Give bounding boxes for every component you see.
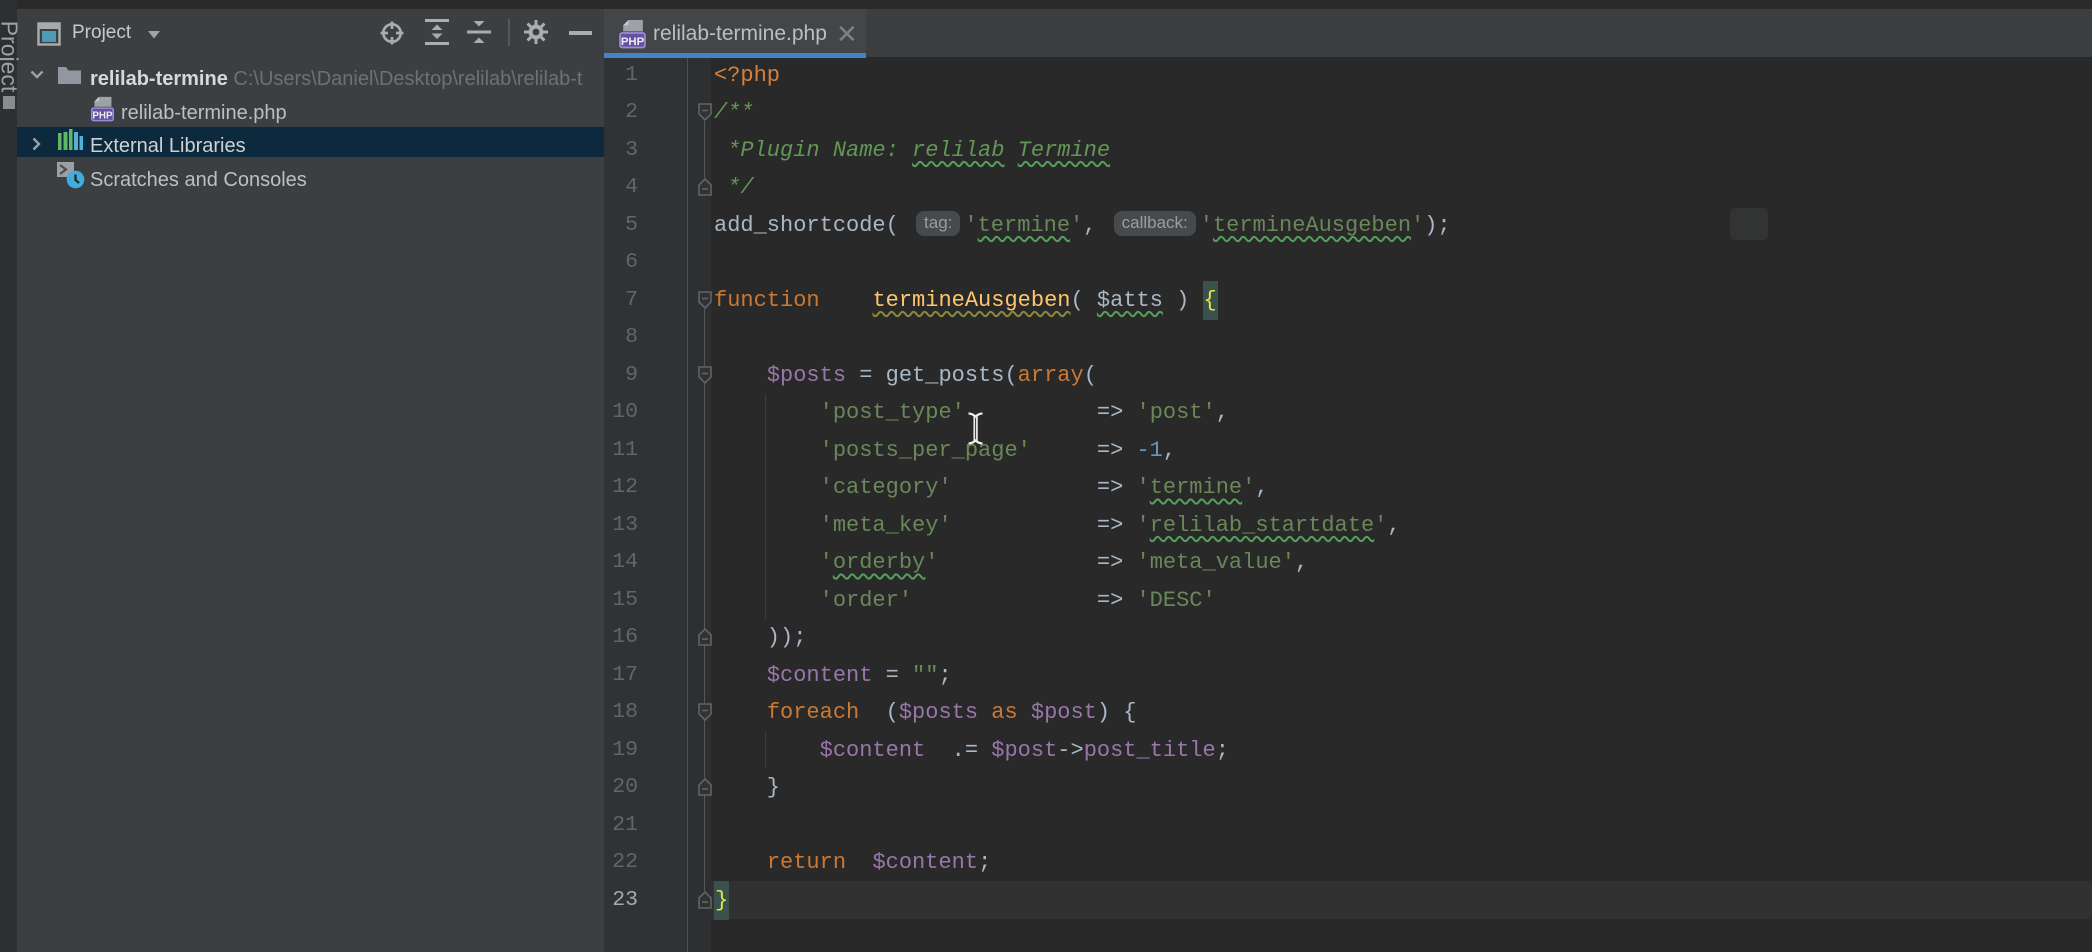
svg-text:PHP: PHP	[92, 110, 113, 121]
svg-text:PHP: PHP	[621, 36, 645, 48]
